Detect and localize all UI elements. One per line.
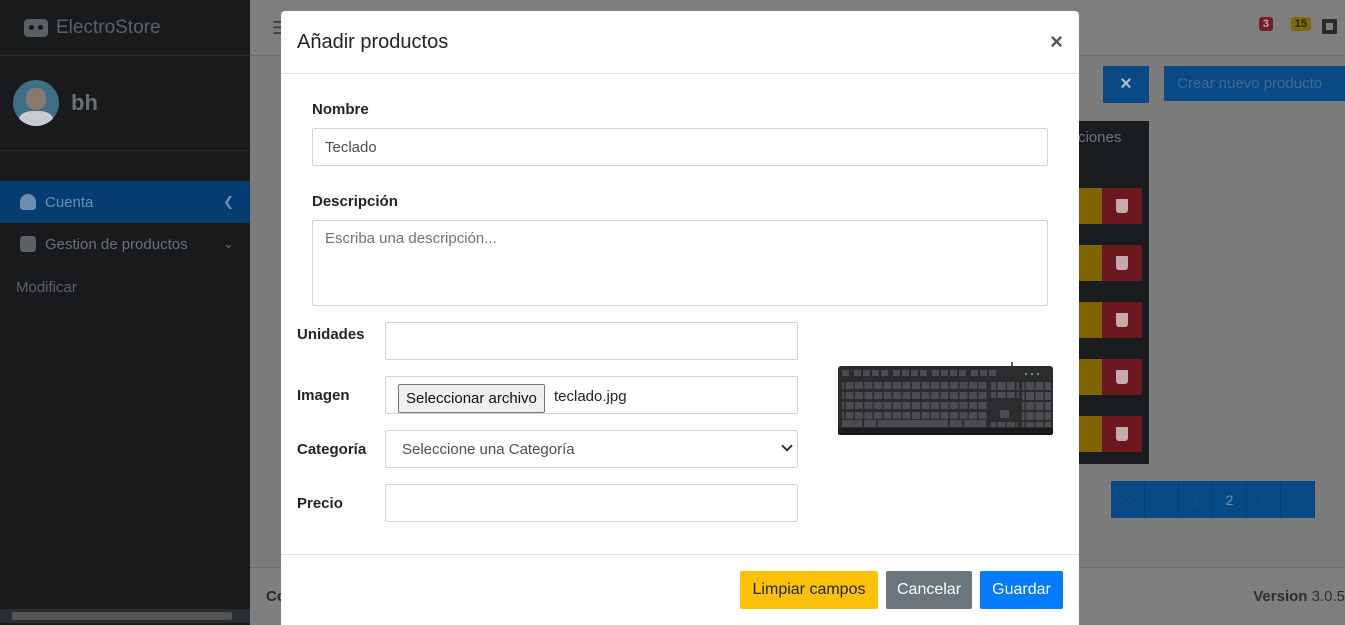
file-name: teclado.jpg xyxy=(554,388,627,405)
page-first[interactable]: << xyxy=(1111,481,1145,518)
brand-name: ElectroStore xyxy=(56,16,161,38)
version-value: 3.0.5 xyxy=(1311,588,1345,605)
messages-badge[interactable]: 3 xyxy=(1258,17,1273,31)
trash-icon xyxy=(1116,256,1128,270)
delete-button[interactable] xyxy=(1102,359,1142,395)
modal-footer: Limpiar campos Cancelar Guardar xyxy=(281,554,1079,625)
categoria-selected: Seleccione una Categoría xyxy=(402,440,575,458)
user-icon xyxy=(20,194,36,210)
chevron-down-icon xyxy=(781,440,793,452)
clear-fields-button[interactable]: Limpiar campos xyxy=(740,571,878,609)
cancel-button[interactable]: Cancelar xyxy=(886,571,972,609)
precio-input[interactable] xyxy=(385,484,798,522)
sidebar-item-label: Cuenta xyxy=(45,193,94,211)
chevron-down-icon: ⌄ xyxy=(223,236,234,251)
table-row-actions xyxy=(1078,352,1149,409)
trash-icon xyxy=(1116,313,1128,327)
page-2[interactable]: 2 xyxy=(1213,481,1247,518)
sidebar: ElectroStore bh Cuenta ❮ Gestion de prod… xyxy=(0,0,250,625)
create-product-button[interactable]: Crear nuevo producto xyxy=(1164,66,1345,101)
modal-header: Añadir productos × xyxy=(281,11,1079,74)
apps-grid-icon[interactable] xyxy=(1322,19,1337,34)
horizontal-scrollbar[interactable] xyxy=(0,609,250,623)
sitemap-icon xyxy=(20,236,36,252)
user-name[interactable]: bh xyxy=(71,90,98,116)
robot-logo-icon xyxy=(24,18,48,37)
sidebar-item-gestion-productos[interactable]: Gestion de productos ⌄ xyxy=(0,223,250,265)
delete-button[interactable] xyxy=(1102,416,1142,452)
scrollbar-thumb[interactable] xyxy=(12,612,232,620)
save-button[interactable]: Guardar xyxy=(980,571,1063,609)
footer-version: Version 3.0.5 xyxy=(1253,588,1345,605)
edit-button[interactable] xyxy=(1078,188,1102,224)
notifications-badge[interactable]: 15 xyxy=(1290,17,1311,31)
delete-button[interactable] xyxy=(1102,188,1142,224)
table-row-actions xyxy=(1078,409,1149,464)
add-product-modal: Añadir productos × Nombre Teclado Descri… xyxy=(281,11,1079,625)
edit-button[interactable] xyxy=(1078,302,1102,338)
unidades-label: Unidades xyxy=(297,326,365,343)
brand[interactable]: ElectroStore xyxy=(0,0,250,56)
edit-button[interactable] xyxy=(1078,416,1102,452)
imagen-file-input[interactable]: Seleccionar archivo teclado.jpg xyxy=(385,376,798,414)
delete-button[interactable] xyxy=(1102,245,1142,281)
close-icon[interactable]: × xyxy=(1050,29,1063,55)
descripcion-textarea[interactable] xyxy=(312,220,1048,306)
trash-icon xyxy=(1116,370,1128,384)
chevron-left-icon: ❮ xyxy=(223,194,234,209)
trash-icon xyxy=(1116,199,1128,213)
table-row-actions xyxy=(1078,295,1149,352)
edit-button[interactable] xyxy=(1078,359,1102,395)
page-prev[interactable]: < xyxy=(1145,481,1179,518)
nombre-input[interactable]: Teclado xyxy=(312,128,1048,166)
table-row-actions xyxy=(1078,181,1149,238)
pagination: << < 1 2 > >> xyxy=(1111,481,1315,518)
keyboard-product-image xyxy=(838,362,1053,435)
edit-button[interactable] xyxy=(1078,245,1102,281)
imagen-label: Imagen xyxy=(297,387,350,404)
page-last[interactable]: >> xyxy=(1281,481,1315,518)
sidebar-subitem-modificar[interactable]: Modificar xyxy=(0,265,250,309)
table-row-actions xyxy=(1078,238,1149,295)
select-file-button[interactable]: Seleccionar archivo xyxy=(398,384,545,413)
avatar xyxy=(13,80,59,126)
precio-label: Precio xyxy=(297,495,343,512)
clear-search-button[interactable]: × xyxy=(1103,66,1149,103)
unidades-input[interactable] xyxy=(385,322,798,360)
page-next[interactable]: > xyxy=(1247,481,1281,518)
table-header-actions: ciones xyxy=(1078,121,1149,181)
descripcion-label: Descripción xyxy=(312,193,398,210)
categoria-label: Categoría xyxy=(297,441,367,458)
version-label: Version xyxy=(1253,588,1308,605)
page-1[interactable]: 1 xyxy=(1179,481,1213,518)
user-panel: bh xyxy=(0,56,250,151)
sidebar-nav: Cuenta ❮ Gestion de productos ⌄ Modifica… xyxy=(0,181,250,309)
sidebar-item-cuenta[interactable]: Cuenta ❮ xyxy=(0,181,250,223)
modal-title: Añadir productos xyxy=(297,31,449,53)
sidebar-item-label: Gestion de productos xyxy=(45,235,188,253)
categoria-select[interactable]: Seleccione una Categoría xyxy=(385,430,798,468)
trash-icon xyxy=(1116,427,1128,441)
nombre-label: Nombre xyxy=(312,101,369,118)
delete-button[interactable] xyxy=(1102,302,1142,338)
